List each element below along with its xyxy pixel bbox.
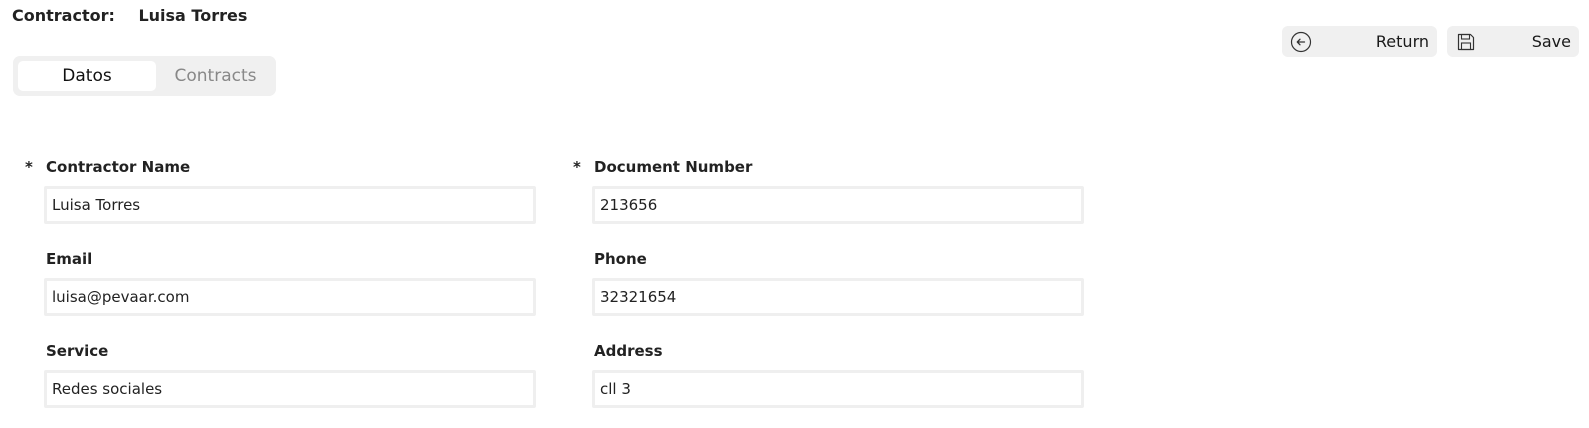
service-input[interactable]	[44, 370, 536, 408]
contractor-name-label: Contractor Name	[46, 158, 191, 176]
document-number-input[interactable]	[592, 186, 1084, 224]
address-input[interactable]	[592, 370, 1084, 408]
address-label: Address	[594, 342, 663, 360]
contractor-label: Contractor:	[12, 6, 115, 25]
required-marker: *	[25, 158, 33, 176]
phone-input[interactable]	[592, 278, 1084, 316]
email-input[interactable]	[44, 278, 536, 316]
tab-contracts[interactable]: Contracts	[158, 61, 273, 91]
contractor-detail-page: Contractor: Luisa Torres Return Save Dat…	[0, 0, 1589, 428]
save-label: Save	[1531, 32, 1571, 51]
tab-bar: Datos Contracts	[13, 56, 276, 96]
floppy-disk-icon	[1455, 31, 1477, 53]
return-button[interactable]: Return	[1282, 26, 1437, 57]
email-label: Email	[46, 250, 93, 268]
service-label: Service	[46, 342, 109, 360]
return-label: Return	[1375, 32, 1429, 51]
contractor-name-input[interactable]	[44, 186, 536, 224]
document-number-label: Document Number	[594, 158, 753, 176]
tab-datos[interactable]: Datos	[18, 61, 156, 91]
page-header: Contractor: Luisa Torres	[12, 6, 247, 25]
arrow-left-circle-icon	[1290, 31, 1312, 53]
required-marker: *	[573, 158, 581, 176]
contractor-name-title: Luisa Torres	[138, 6, 248, 25]
phone-label: Phone	[594, 250, 647, 268]
action-bar: Return Save	[1282, 26, 1579, 57]
save-button[interactable]: Save	[1447, 26, 1579, 57]
